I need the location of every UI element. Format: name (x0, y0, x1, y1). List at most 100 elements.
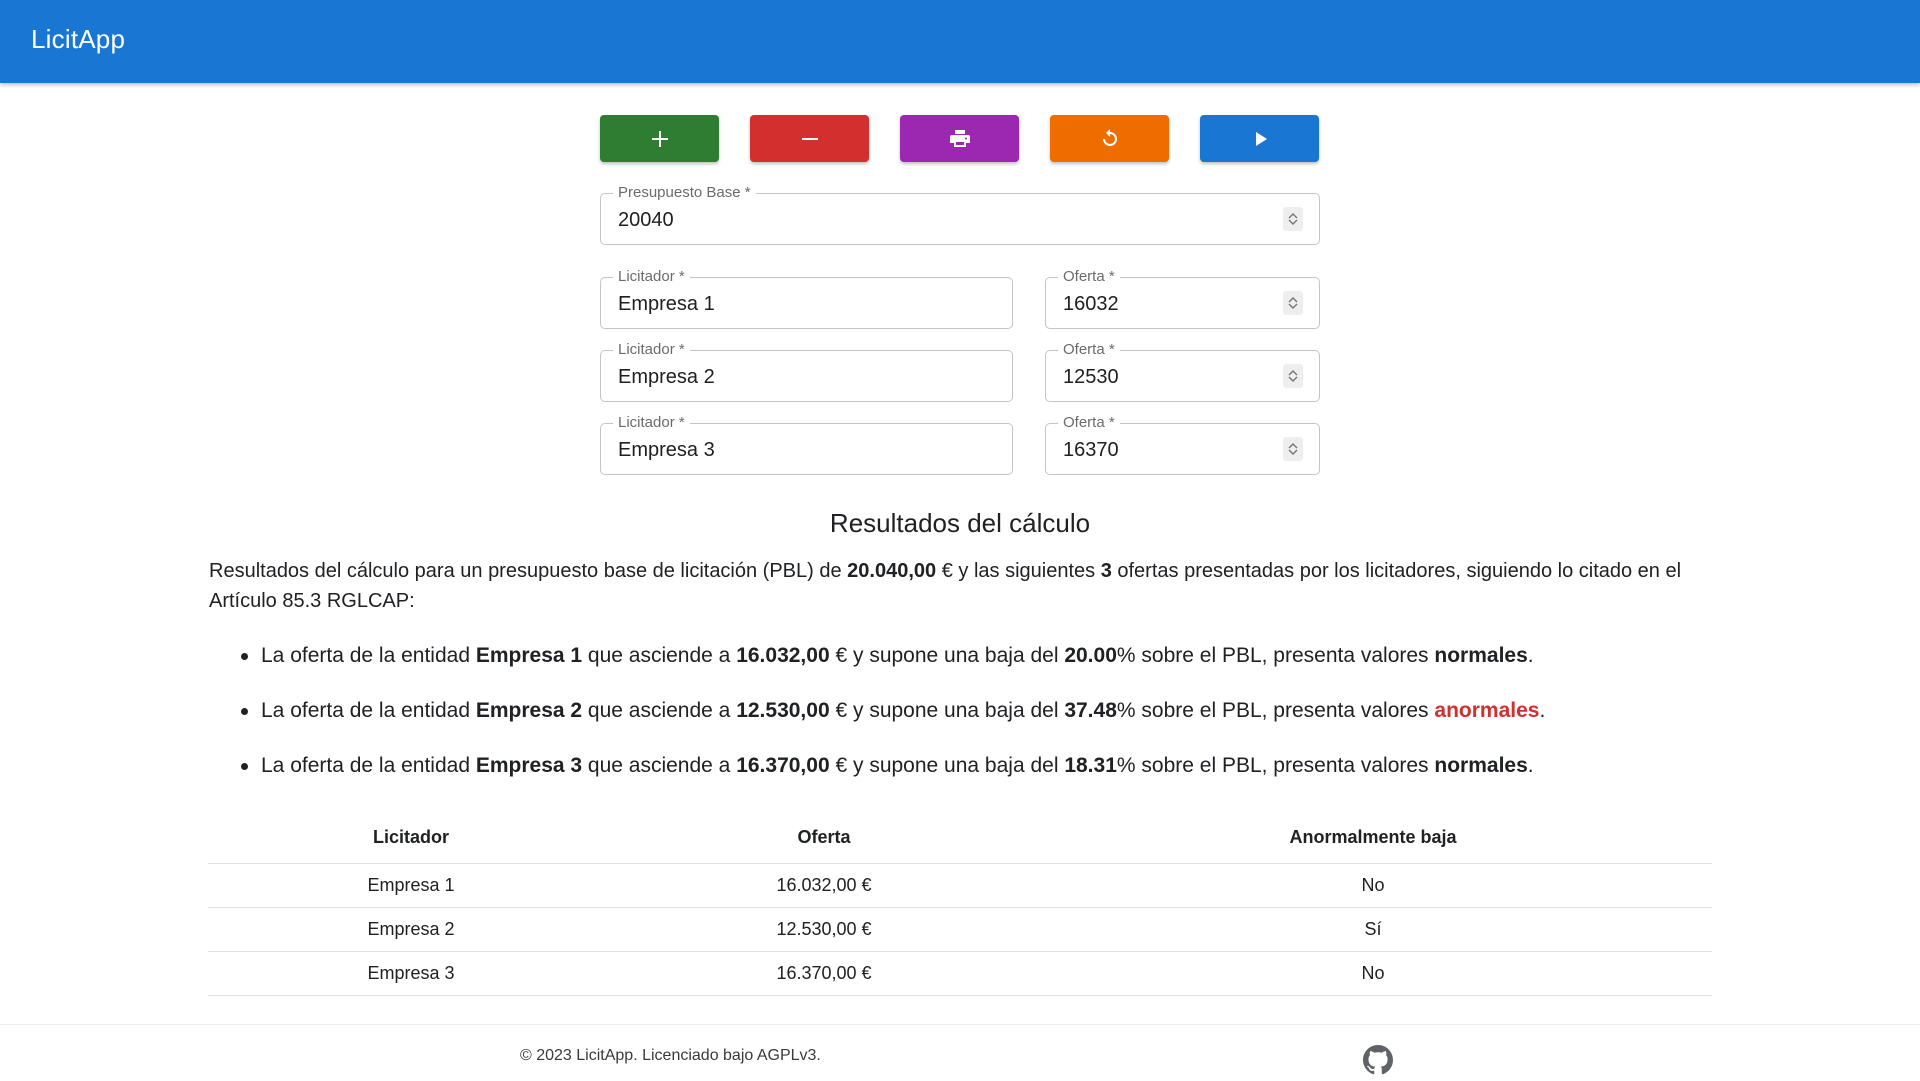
bidder-name-value[interactable]: Empresa 3 (618, 438, 715, 462)
bullet-text: . (1527, 754, 1534, 777)
bullet-text: La oferta de la entidad (261, 699, 476, 722)
plus-icon (651, 130, 668, 147)
table-header-row: Licitador Oferta Anormalmente baja (208, 812, 1712, 864)
table-cell: 16.370,00 € (776, 963, 872, 983)
print-button[interactable] (900, 115, 1019, 162)
chevron-down-icon (1288, 449, 1298, 455)
bullet-verdict: normales (1434, 644, 1528, 667)
chevron-up-icon (1288, 443, 1298, 449)
bullet-text: % sobre el PBL, presenta valores (1116, 754, 1435, 777)
bidder-name-field-2[interactable]: Licitador * Empresa 2 (600, 341, 1013, 402)
offer-label: Oferta * (1058, 341, 1120, 359)
chevron-down-icon (1288, 376, 1298, 382)
reset-icon (1102, 128, 1117, 146)
results-list: La oferta de la entidad Empresa 1 que as… (241, 641, 1741, 806)
bullet-drop: 20.00 (1064, 644, 1117, 667)
offer-stepper[interactable] (1283, 437, 1303, 461)
list-item: La oferta de la entidad Empresa 1 que as… (241, 641, 1741, 696)
bullet-text: que asciende a (582, 754, 737, 777)
list-item: La oferta de la entidad Empresa 3 que as… (241, 751, 1741, 806)
results-table: Licitador Oferta Anormalmente baja Empre… (208, 812, 1712, 996)
offer-stepper[interactable] (1283, 364, 1303, 388)
bullet-drop: 37.48 (1064, 699, 1117, 722)
table-cell: Empresa 3 (367, 963, 455, 983)
intro-text: € y las siguientes (936, 560, 1101, 582)
table-cell: Sí (1364, 919, 1382, 939)
play-icon (1255, 131, 1267, 146)
bullet-text: La oferta de la entidad (261, 644, 476, 667)
bidder-name-label: Licitador * (613, 341, 690, 359)
reset-button[interactable] (1050, 115, 1169, 162)
table-cell: Empresa 2 (367, 919, 455, 939)
offer-value[interactable]: 16370 (1063, 438, 1119, 462)
copyright-text: © 2023 LicitApp. Licenciado bajo AGPLv3. (520, 1047, 821, 1064)
offer-field-1[interactable]: Oferta * 16032 (1045, 268, 1320, 329)
table-row: Empresa 1 16.032,00 € No (208, 864, 1712, 908)
budget-field[interactable]: Presupuesto Base * 20040 (600, 184, 1320, 245)
results-intro: Resultados del cálculo para un presupues… (209, 556, 1709, 616)
table-cell: No (1361, 875, 1385, 895)
offer-field-2[interactable]: Oferta * 12530 (1045, 341, 1320, 402)
bidder-name-label: Licitador * (613, 414, 690, 432)
table-cell: No (1361, 963, 1385, 983)
column-header[interactable]: Oferta (614, 812, 1034, 863)
table-cell: Empresa 1 (367, 875, 455, 895)
bullet-text: La oferta de la entidad (261, 754, 476, 777)
bullet-text: . (1527, 644, 1534, 667)
action-toolbar (600, 115, 1320, 162)
offer-field-3[interactable]: Oferta * 16370 (1045, 414, 1320, 475)
github-icon[interactable] (1363, 1045, 1393, 1075)
bullet-text: que asciende a (582, 699, 737, 722)
offer-stepper[interactable] (1283, 291, 1303, 315)
offer-value[interactable]: 12530 (1063, 365, 1119, 389)
bullet-verdict: normales (1434, 754, 1528, 777)
offer-label: Oferta * (1058, 268, 1120, 286)
bidder-name-field-3[interactable]: Licitador * Empresa 3 (600, 414, 1013, 475)
bullet-entity: Empresa 1 (475, 644, 583, 667)
bullet-dot (241, 708, 248, 715)
budget-stepper[interactable] (1283, 207, 1303, 231)
bullet-text: % sobre el PBL, presenta valores (1116, 644, 1435, 667)
bullet-amount: 16.032,00 (736, 644, 830, 667)
budget-value[interactable]: 20040 (618, 208, 674, 232)
table-row: Empresa 2 12.530,00 € Sí (208, 908, 1712, 952)
bullet-text: € y supone una baja del (829, 644, 1065, 667)
column-header[interactable]: Licitador (208, 812, 614, 863)
bidder-name-value[interactable]: Empresa 2 (618, 365, 715, 389)
minus-icon (801, 137, 818, 140)
table-row: Empresa 3 16.370,00 € No (208, 952, 1712, 996)
bullet-text: . (1539, 699, 1546, 722)
app-title[interactable]: LicitApp (31, 24, 125, 55)
offer-value[interactable]: 16032 (1063, 292, 1119, 316)
footer: © 2023 LicitApp. Licenciado bajo AGPLv3. (0, 1024, 1920, 1081)
bullet-entity: Empresa 2 (475, 699, 583, 722)
results-title: Resultados del cálculo (829, 508, 1091, 538)
column-header[interactable]: Anormalmente baja (1034, 812, 1712, 863)
intro-pbl: 20.040,00 (847, 560, 937, 582)
bidder-name-value[interactable]: Empresa 1 (618, 292, 715, 316)
bullet-text: € y supone una baja del (829, 754, 1065, 777)
remove-bidder-button[interactable] (750, 115, 869, 162)
print-icon (949, 129, 970, 147)
bullet-dot (241, 653, 248, 660)
chevron-up-icon (1288, 213, 1298, 219)
add-bidder-button[interactable] (600, 115, 719, 162)
intro-text: Resultados del cálculo para un presupues… (209, 560, 848, 582)
chevron-down-icon (1288, 303, 1298, 309)
chevron-down-icon (1288, 219, 1298, 225)
app-bar: LicitApp (0, 0, 1920, 83)
bullet-text: € y supone una baja del (829, 699, 1065, 722)
table-cell: 16.032,00 € (776, 875, 872, 895)
chevron-up-icon (1288, 297, 1298, 303)
bidder-name-field-1[interactable]: Licitador * Empresa 1 (600, 268, 1013, 329)
chevron-up-icon (1288, 370, 1298, 376)
calculate-button[interactable] (1200, 115, 1319, 162)
bullet-amount: 16.370,00 (736, 754, 830, 777)
table-cell: 12.530,00 € (776, 919, 872, 939)
bullet-text: que asciende a (582, 644, 737, 667)
bullet-amount: 12.530,00 (736, 699, 830, 722)
offer-label: Oferta * (1058, 414, 1120, 432)
bullet-entity: Empresa 3 (475, 754, 583, 777)
budget-label: Presupuesto Base * (613, 184, 756, 202)
intro-count: 3 (1100, 560, 1112, 582)
